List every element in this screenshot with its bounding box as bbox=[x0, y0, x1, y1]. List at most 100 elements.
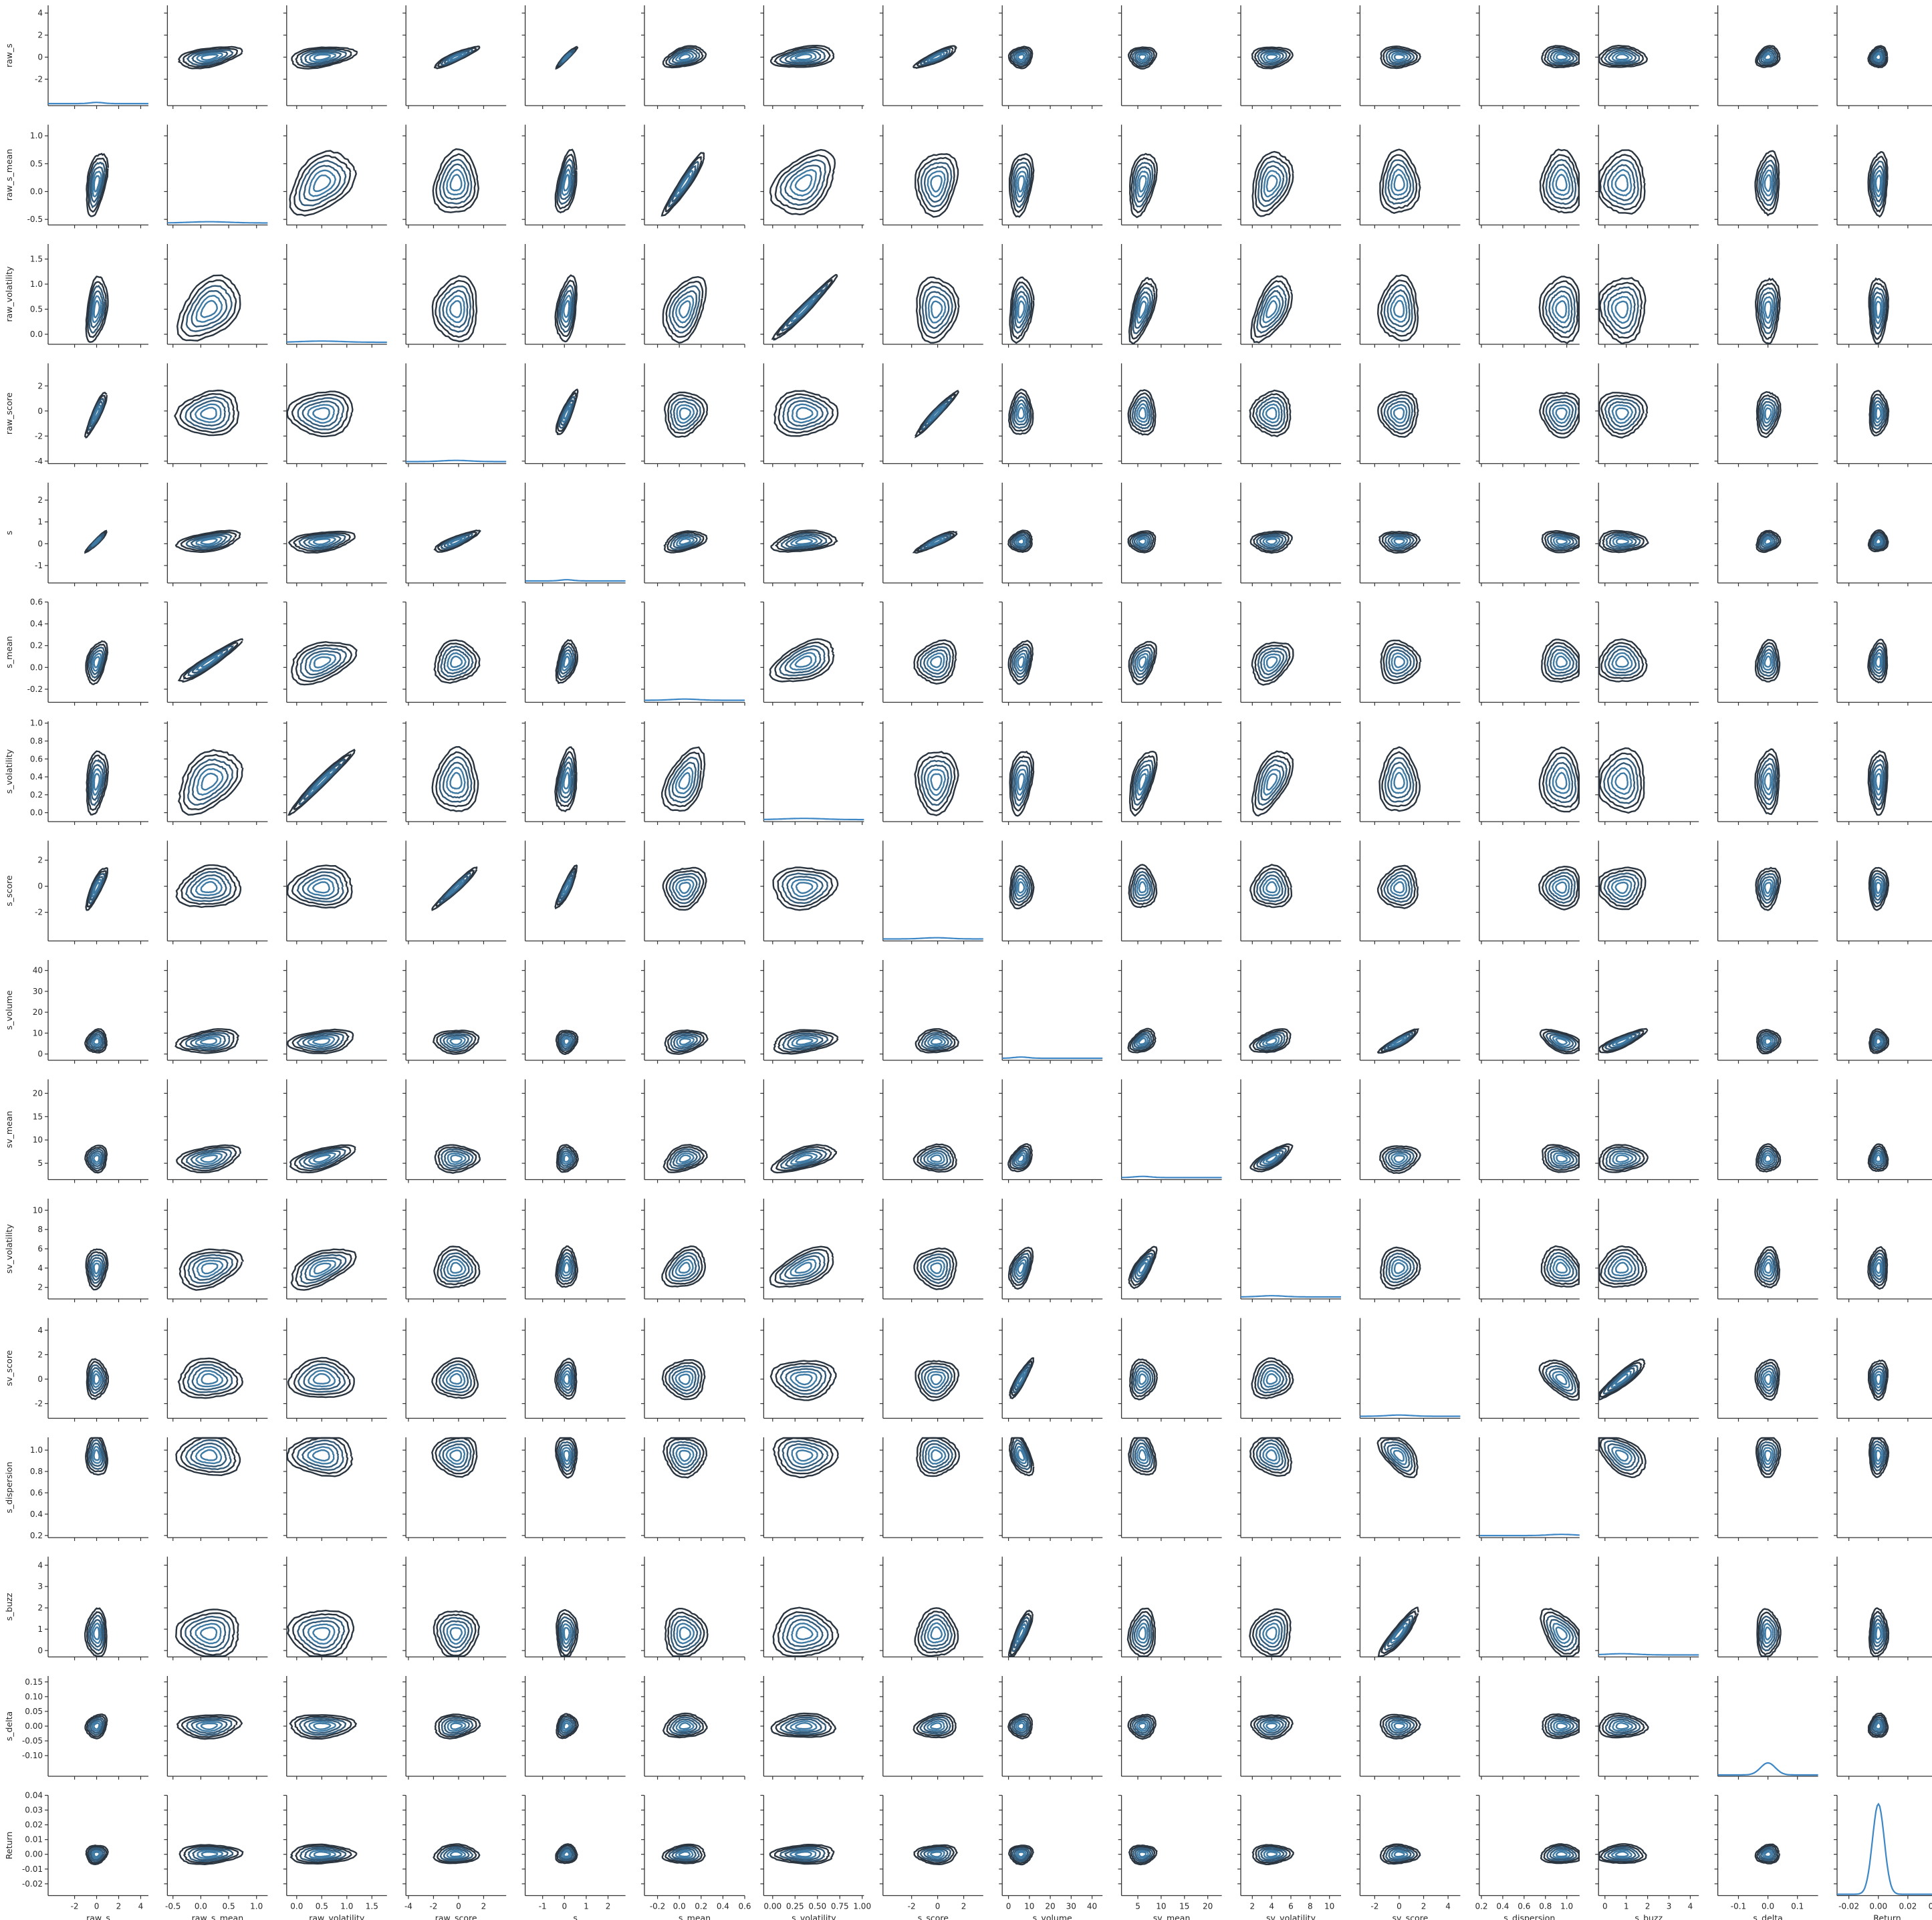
kde-contour bbox=[1764, 1850, 1772, 1858]
panel-raw_score-vs-s bbox=[521, 363, 626, 467]
panel-s_volume-vs-raw_volatility bbox=[283, 960, 387, 1064]
panel-raw_s-vs-s_delta bbox=[1714, 5, 1818, 109]
kde-contour bbox=[1017, 406, 1025, 420]
kde-contour bbox=[1555, 1850, 1568, 1858]
kde-contour bbox=[1017, 1722, 1025, 1730]
panel-s_dispersion-vs-s_volume bbox=[999, 1437, 1103, 1541]
panel-s_score-vs-sv_volatility bbox=[1237, 840, 1341, 945]
panel-s_dispersion-vs-sv_mean bbox=[1118, 1437, 1222, 1541]
kde-contour bbox=[679, 1449, 691, 1462]
kde-contour bbox=[1615, 407, 1630, 421]
kde-contour bbox=[794, 1850, 813, 1858]
panel-sv_score-vs-raw_volatility bbox=[283, 1318, 387, 1422]
kde-contour bbox=[1875, 1262, 1882, 1274]
kde-contour bbox=[796, 406, 814, 421]
panel-sv_mean-vs-s_volume bbox=[999, 1079, 1103, 1183]
panel-raw_volatility-vs-raw_volatility bbox=[283, 244, 387, 348]
x-tick-label: 4 bbox=[1688, 1902, 1693, 1911]
panel-s-vs-s_volume bbox=[999, 483, 1103, 586]
panel-s_volatility-vs-raw_score bbox=[402, 721, 507, 825]
panel-s-vs-raw_score bbox=[402, 483, 507, 586]
kde-contour bbox=[930, 1373, 943, 1386]
x-tick-label: 0.5 bbox=[316, 1902, 328, 1911]
kde-contour bbox=[297, 1616, 346, 1653]
kde-contour bbox=[1393, 173, 1405, 192]
y-tick-label: 0.05 bbox=[25, 1707, 43, 1716]
panel-Return-vs-sv_volatility: 2 4 6 8 10 sv_volatility bbox=[1237, 1794, 1341, 1920]
y-axis-label: s_buzz bbox=[4, 1592, 14, 1621]
kde-contour bbox=[1764, 1262, 1772, 1274]
panel-sv_mean-vs-raw_s_mean bbox=[164, 1079, 268, 1183]
panel-s_score-vs-sv_score bbox=[1356, 840, 1461, 945]
panel-raw_s_mean-vs-Return bbox=[1834, 124, 1932, 229]
kde-contour bbox=[1764, 1626, 1772, 1641]
x-tick-label: 40 bbox=[1087, 1902, 1097, 1911]
kde-contour bbox=[1875, 655, 1882, 669]
y-tick-label: 2 bbox=[37, 381, 43, 390]
kde-contour bbox=[1393, 538, 1405, 546]
kde-contour bbox=[1138, 1626, 1146, 1641]
panel-s_volatility-vs-s_score bbox=[879, 721, 983, 825]
y-axis-label: sv_score bbox=[4, 1350, 14, 1386]
x-tick-label: 0 bbox=[1006, 1902, 1011, 1911]
y-tick-label: 0.10 bbox=[25, 1692, 43, 1701]
panel-sv_mean-vs-sv_mean bbox=[1118, 1079, 1222, 1183]
panel-raw_s_mean-vs-sv_score bbox=[1356, 124, 1461, 229]
panel-s-vs-sv_volatility bbox=[1237, 483, 1341, 586]
x-tick-label: 0 bbox=[1397, 1902, 1402, 1911]
panel-raw_score-vs-s_buzz bbox=[1595, 363, 1699, 467]
x-tick-label: 5 bbox=[1135, 1902, 1140, 1911]
y-tick-label: 0.0 bbox=[30, 663, 43, 672]
kde-curve bbox=[1241, 1295, 1341, 1298]
panel-raw_score-vs-s_dispersion bbox=[1475, 363, 1580, 467]
panel-s_buzz-vs-s_delta bbox=[1714, 1556, 1818, 1661]
kde-contour bbox=[1764, 882, 1772, 894]
panel-s_delta-vs-s_volume bbox=[999, 1676, 1103, 1780]
panel-s_score-vs-raw_volatility bbox=[283, 840, 387, 945]
y-tick-label: 4 bbox=[37, 1326, 43, 1335]
panel-s_dispersion-vs-raw_score bbox=[402, 1437, 507, 1541]
panel-raw_score-vs-sv_score bbox=[1356, 363, 1461, 467]
x-tick-label: 1.0 bbox=[250, 1902, 263, 1911]
panel-s_score-vs-s bbox=[521, 840, 626, 945]
y-tick-label: 10 bbox=[33, 1028, 43, 1038]
kde-contour bbox=[1138, 406, 1147, 420]
kde-contour bbox=[1265, 538, 1278, 546]
x-axis-label: s_volume bbox=[1033, 1913, 1072, 1920]
x-tick-label: -0.5 bbox=[165, 1902, 180, 1911]
kde-contour bbox=[449, 1627, 463, 1641]
panel-s_mean-vs-raw_s: -0.2 0.0 0.2 0.4 0.6 s_mean bbox=[4, 598, 148, 706]
panel-s_volatility-vs-s_delta bbox=[1714, 721, 1818, 825]
kde-contour bbox=[929, 656, 943, 669]
x-tick-label: 20 bbox=[1203, 1902, 1213, 1911]
panel-Return-vs-sv_mean: 5 10 15 20 sv_mean bbox=[1118, 1794, 1222, 1920]
panel-s_mean-vs-raw_score bbox=[402, 601, 507, 706]
panel-Return-vs-s_volatility: 0.00 0.25 0.50 0.75 1.00 s_volatility bbox=[760, 1794, 871, 1920]
panel-sv_score-vs-raw_score bbox=[402, 1318, 507, 1422]
y-tick-label: 10 bbox=[33, 1135, 43, 1145]
x-tick-label: 0 bbox=[935, 1902, 941, 1911]
panel-sv_score-vs-s bbox=[521, 1318, 626, 1422]
x-tick-label: 2 bbox=[1645, 1902, 1651, 1911]
panel-s_delta-vs-Return bbox=[1834, 1676, 1932, 1780]
panel-s-vs-s_delta bbox=[1714, 483, 1818, 586]
panel-s_mean-vs-raw_volatility bbox=[283, 601, 387, 706]
x-tick-label: 1.5 bbox=[366, 1902, 378, 1911]
x-tick-label: 0 bbox=[94, 1902, 100, 1911]
kde-contour bbox=[1393, 655, 1405, 669]
kde-contour bbox=[795, 1721, 813, 1730]
panel-s_mean-vs-s_dispersion bbox=[1475, 601, 1580, 706]
panel-sv_mean-vs-raw_score bbox=[402, 1079, 507, 1183]
y-tick-label: 2 bbox=[37, 856, 43, 865]
panel-s_volume-vs-raw_score bbox=[402, 960, 507, 1064]
panel-s_delta-vs-s bbox=[521, 1676, 626, 1780]
y-tick-label: 2 bbox=[37, 31, 43, 40]
y-axis-label: sv_mean bbox=[4, 1111, 14, 1149]
panel-s_mean-vs-s_volatility bbox=[760, 601, 864, 706]
y-tick-label: 0.6 bbox=[30, 754, 43, 763]
kde-contour bbox=[449, 655, 463, 669]
panel-s_dispersion-vs-raw_volatility bbox=[283, 1437, 387, 1541]
y-tick-label: 0 bbox=[37, 52, 43, 62]
x-axis-label: s_dispersion bbox=[1503, 1913, 1555, 1920]
kde-curve bbox=[882, 937, 983, 940]
